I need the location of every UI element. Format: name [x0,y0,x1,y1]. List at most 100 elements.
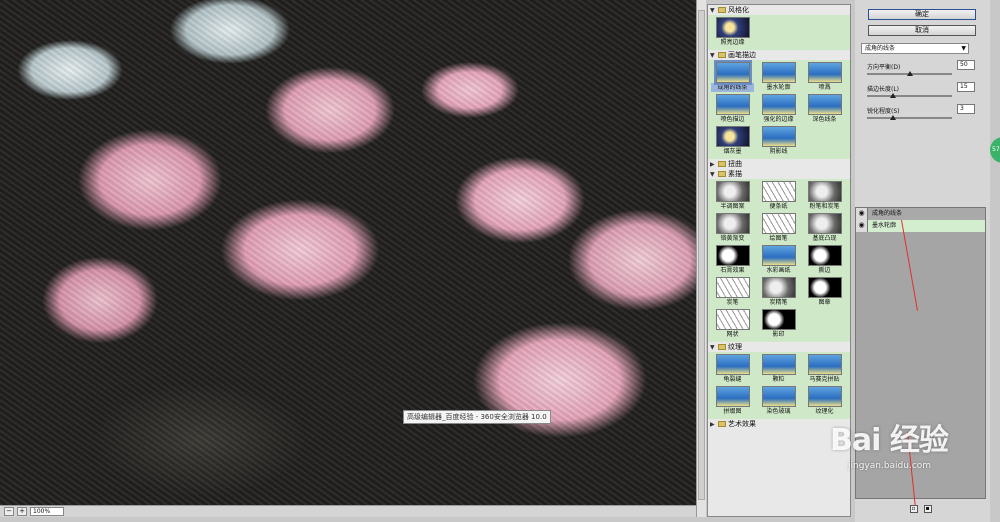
filter-category-header[interactable]: ▼ 纹理 [708,342,850,352]
slider-knob[interactable] [889,115,896,120]
filter-thumbnail[interactable]: 深色线条 [803,94,846,124]
filter-thumbnail[interactable]: 成角的线条 [711,60,754,92]
filter-preview-image [761,94,796,115]
folder-icon [718,421,726,427]
slider-knob[interactable] [906,71,913,76]
filter-thumbnail[interactable]: 铬黄渐变 [711,213,754,243]
filter-thumbnail[interactable]: 撕边 [803,245,846,275]
filter-thumbnail[interactable]: 基底凸现 [803,213,846,243]
filter-thumbnail[interactable]: 网状 [711,309,754,339]
new-effect-layer-icon[interactable]: ▫ [909,505,918,513]
watermark-brand: Bai 经验 [830,423,949,458]
zoom-in-button[interactable]: + [17,507,27,516]
filter-thumbnail[interactable]: 纹理化 [803,386,846,416]
filter-category-name: 扭曲 [728,160,742,168]
filter-category-header[interactable]: ▼ 素描 [708,169,850,179]
filter-preview-image [715,213,750,234]
filter-category: ▶ 艺术效果 [708,419,850,429]
side-floating-tab[interactable]: 57 [990,137,1000,163]
param-value-input[interactable]: 50 [957,60,975,70]
image-preview[interactable]: 高级编辑器_百度经验 - 360安全浏览器 10.0 [0,0,696,505]
triangle-right-icon: ▶ [710,420,715,428]
filter-category-header[interactable]: ▼ 风格化 [708,5,850,15]
filter-preview-image [715,94,750,115]
filter-preview-image [761,126,796,147]
filter-category-header[interactable]: ▶ 扭曲 [708,159,850,169]
cancel-button[interactable]: 取消 [868,25,976,36]
delete-effect-layer-icon[interactable]: ▪ [923,505,932,513]
triangle-down-icon: ▼ [710,343,715,351]
slider-track[interactable] [867,117,952,119]
filter-thumbnail[interactable]: 半调图案 [711,181,754,211]
filter-thumbnail-label: 水彩画纸 [766,267,791,274]
filter-thumbnail[interactable]: 绘图笔 [757,213,800,243]
filter-thumbnail[interactable]: 炭精笔 [757,277,800,307]
folder-icon [718,52,726,58]
filter-thumbnail[interactable]: 影印 [757,309,800,339]
zoom-out-button[interactable]: − [4,507,14,516]
effect-layer-name: 墨水轮廓 [868,219,985,232]
filter-preview-image [807,213,842,234]
param-value-input[interactable]: 3 [957,104,975,114]
filter-thumbnail-label: 成角的线条 [711,83,754,92]
watermark-url: jingyan.baidu.com [848,461,932,471]
param-sharpness: 锐化程度(S) 3 [867,104,979,126]
filter-thumbnail[interactable]: 染色玻璃 [757,386,800,416]
filter-thumbnail-grid: 半调图案 便条纸 粉笔和炭笔铬黄渐变 绘图笔 基底凸现石膏效果 水彩画纸 撕边炭笔 炭精笔 图章… [708,179,850,342]
filter-thumbnail-label: 照亮边缘 [720,39,745,46]
scrollbar-thumb[interactable] [698,10,705,500]
filter-preview-image [715,126,750,147]
slider-track[interactable] [867,95,952,97]
param-value-input[interactable]: 15 [957,82,975,92]
slider-knob[interactable] [889,93,896,98]
filter-thumbnail-label: 基底凸现 [812,235,837,242]
filter-thumbnail[interactable]: 照亮边缘 [711,17,754,47]
filter-preview-image [715,386,750,407]
filter-thumbnail[interactable]: 炭笔 [711,277,754,307]
filter-category-name: 素描 [728,170,742,178]
folder-icon [718,161,726,167]
preview-texture [0,0,696,505]
filter-thumbnail-label: 撕边 [818,267,831,274]
filter-thumbnail[interactable]: 强化的边缘 [757,94,800,124]
filter-thumbnail[interactable]: 喷溅 [803,62,846,92]
filter-category: ▼ 风格化照亮边缘 [708,5,850,50]
zoom-level-select[interactable]: 100% [30,507,64,516]
effect-layer-name: 成角的线条 [868,207,985,220]
filter-thumbnail[interactable]: 便条纸 [757,181,800,211]
filter-thumbnail[interactable]: 烟灰墨 [711,126,754,156]
filter-thumbnail[interactable]: 颗粒 [757,354,800,384]
filter-category: ▼ 画笔描边成角的线条 墨水轮廓 喷溅喷色描边 强化的边缘 深色线条烟灰墨 阴影线 [708,50,850,159]
filter-category-name: 艺术效果 [728,420,756,428]
filter-thumbnail[interactable]: 墨水轮廓 [757,62,800,92]
filter-thumbnail[interactable]: 龟裂缝 [711,354,754,384]
effect-layer-row[interactable]: ◉ 墨水轮廓 [856,219,985,232]
filter-preview-image [715,17,750,38]
filter-preview-image [715,181,750,202]
filter-thumbnail[interactable]: 石膏效果 [711,245,754,275]
filter-thumbnail[interactable]: 拼缀图 [711,386,754,416]
filter-thumbnail[interactable]: 粉笔和炭笔 [803,181,846,211]
filter-dropdown[interactable]: 成角的线条 ▼ [861,43,969,54]
preview-scrollbar[interactable] [696,0,706,517]
filter-preview-image [713,60,752,85]
effect-layer-row[interactable]: ◉ 成角的线条 [856,207,985,220]
triangle-down-icon: ▼ [710,6,715,14]
filter-thumbnail[interactable]: 马赛克拼贴 [803,354,846,384]
param-label: 方向平衡(D) [867,64,901,71]
eye-icon[interactable]: ◉ [856,219,868,232]
filter-thumbnail-label: 深色线条 [812,116,837,123]
ok-button[interactable]: 确定 [868,9,976,20]
filter-category-header[interactable]: ▼ 画笔描边 [708,50,850,60]
filter-thumbnail[interactable]: 阴影线 [757,126,800,156]
filter-preview-image [807,354,842,375]
folder-icon [718,7,726,13]
filter-thumbnail[interactable]: 图章 [803,277,846,307]
filter-thumbnail[interactable]: 喷色描边 [711,94,754,124]
filter-preview-image [761,277,796,298]
filter-category-header[interactable]: ▶ 艺术效果 [708,419,850,429]
filter-thumbnail-label: 马赛克拼贴 [809,376,840,383]
eye-icon[interactable]: ◉ [856,207,868,220]
filter-thumbnail[interactable]: 水彩画纸 [757,245,800,275]
filter-gallery-window: 高级编辑器_百度经验 - 360安全浏览器 10.0 − + 100% ▼ 风格化… [0,0,1000,522]
